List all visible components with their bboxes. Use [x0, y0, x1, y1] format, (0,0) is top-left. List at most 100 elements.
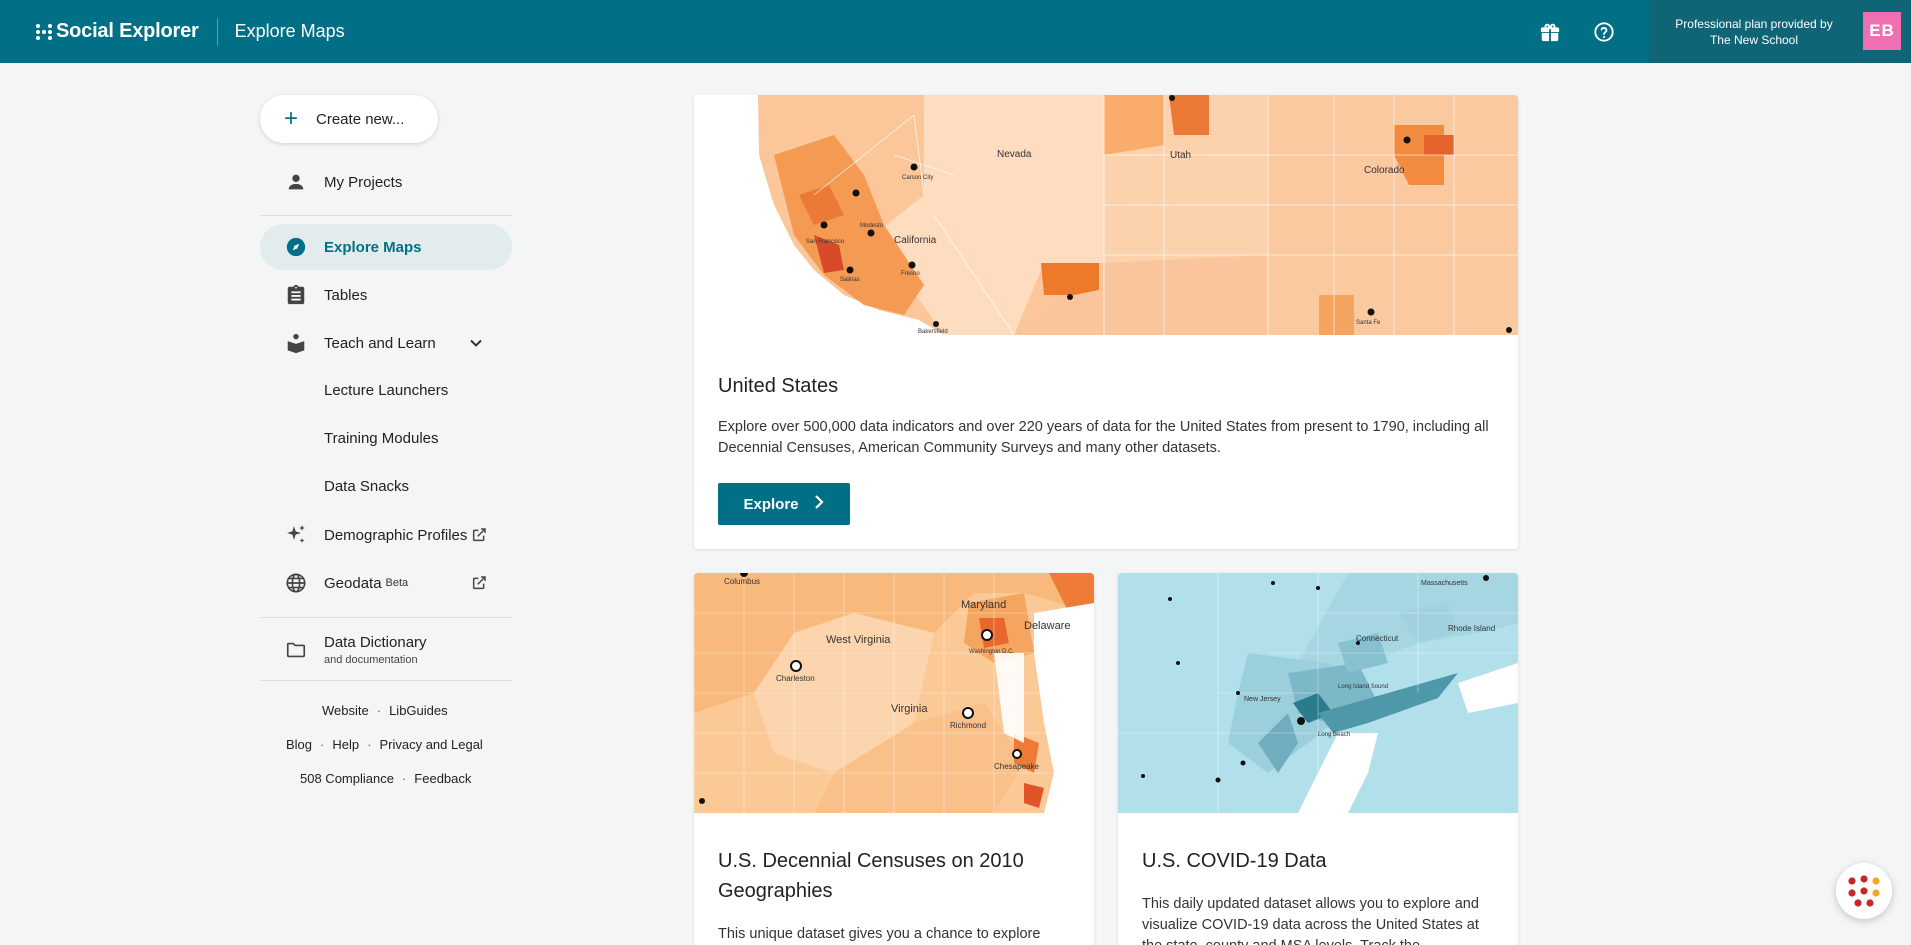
- plan-info-panel[interactable]: Professional plan provided by The New Sc…: [1649, 0, 1911, 63]
- data-dictionary-text: Data Dictionary and documentation: [324, 634, 427, 666]
- map-label: Chesapeake: [994, 762, 1039, 771]
- map-label: Santa Fe: [1356, 320, 1381, 326]
- map-label: Bakersfield: [918, 329, 948, 335]
- map-label: California: [894, 235, 937, 246]
- header-divider: [216, 17, 218, 46]
- sidebar-item-explore-maps[interactable]: Explore Maps: [260, 224, 512, 270]
- sidebar-divider: [260, 617, 512, 618]
- plus-icon: +: [284, 105, 299, 132]
- footer-links-row-3: 508 Compliance · Feedback: [300, 771, 472, 786]
- clipboard-icon: [284, 283, 308, 307]
- sidebar-item-data-dictionary[interactable]: Data Dictionary and documentation: [260, 625, 512, 675]
- create-new-button[interactable]: + Create new...: [260, 95, 438, 143]
- sidebar-item-sublabel: and documentation: [324, 654, 418, 666]
- explore-button-label: Explore: [743, 495, 799, 513]
- top-navigation-bar: Social Explorer Explore Maps Professiona…: [0, 0, 1911, 63]
- sidebar-item-lecture-launchers[interactable]: Lecture Launchers: [324, 382, 448, 399]
- united-states-card[interactable]: Nevada Utah Colorado California San Fran…: [694, 95, 1518, 549]
- logo-dots-icon: [36, 23, 52, 40]
- map-label: Maryland: [961, 599, 1006, 611]
- sidebar-item-label: Explore Maps: [324, 238, 422, 256]
- footer-links-row-2: Blog · Help · Privacy and Legal: [286, 737, 483, 752]
- sidebar-item-label: Demographic Profiles: [324, 526, 468, 544]
- compass-icon: [284, 235, 308, 259]
- map-label: Richmond: [950, 721, 986, 730]
- sidebar-divider: [260, 215, 512, 216]
- sidebar-item-label: My Projects: [324, 173, 403, 191]
- social-explorer-logo[interactable]: Social Explorer: [36, 20, 199, 43]
- map-label: Connecticut: [1356, 634, 1399, 643]
- plan-line-2: The New School: [1709, 32, 1799, 47]
- beta-badge: Beta: [385, 577, 409, 589]
- map-label: Virginia: [891, 703, 928, 715]
- feedback-link[interactable]: Feedback: [414, 771, 471, 786]
- map-label: Fresno: [901, 271, 920, 277]
- card-title[interactable]: U.S. COVID-19 Data: [1142, 846, 1327, 876]
- sparkle-icon: [284, 523, 308, 547]
- card-description: This daily updated dataset allows you to…: [1142, 896, 1479, 945]
- map-label: Rhode Island: [1448, 624, 1495, 633]
- united-states-map-thumbnail[interactable]: Nevada Utah Colorado California San Fran…: [694, 95, 1518, 335]
- chevron-right-icon: [813, 494, 825, 514]
- folder-icon: [284, 638, 308, 662]
- map-label: Long Beach: [1318, 732, 1350, 738]
- website-link[interactable]: Website: [322, 703, 369, 718]
- card-description: This unique dataset gives you a chance t…: [718, 926, 1041, 942]
- sidebar-item-tables[interactable]: Tables: [260, 272, 512, 318]
- help-link[interactable]: Help: [332, 737, 359, 752]
- sidebar-item-label: Teach and Learn: [324, 334, 436, 352]
- external-link-icon[interactable]: [471, 575, 487, 591]
- libguides-link[interactable]: LibGuides: [389, 703, 448, 718]
- plan-info-text: Professional plan provided by The New Sc…: [1649, 16, 1859, 48]
- covid-map-thumbnail[interactable]: Massachusetts Connecticut Rhode Island N…: [1118, 573, 1518, 813]
- map-label: Salinas: [840, 277, 860, 283]
- map-label: Nevada: [997, 149, 1032, 160]
- map-label: Carson City: [902, 175, 933, 181]
- map-label: Long Island Sound: [1338, 684, 1388, 690]
- gift-icon[interactable]: [1536, 18, 1564, 46]
- map-label: Modesto: [860, 223, 884, 229]
- card-title[interactable]: United States: [718, 371, 838, 401]
- apps-dots-icon: [1848, 875, 1880, 907]
- map-label: West Virginia: [826, 634, 891, 646]
- chevron-down-icon[interactable]: [466, 333, 486, 353]
- map-label: Massachusetts: [1421, 580, 1468, 587]
- create-new-label: Create new...: [316, 110, 405, 128]
- user-avatar[interactable]: EB: [1863, 12, 1901, 50]
- decennial-census-card[interactable]: Columbus Maryland Delaware West Virginia…: [694, 573, 1094, 945]
- sidebar-item-label: Data Dictionary: [324, 634, 427, 651]
- person-icon: [284, 170, 308, 194]
- help-icon[interactable]: [1590, 18, 1618, 46]
- map-label: New Jersey: [1244, 696, 1281, 703]
- sidebar-item-data-snacks[interactable]: Data Snacks: [324, 478, 409, 495]
- app-title: Explore Maps: [234, 21, 345, 41]
- plan-line-1: Professional plan provided by: [1675, 16, 1833, 31]
- sidebar-item-label: Tables: [324, 286, 368, 304]
- footer-links-row-1: Website · LibGuides: [322, 703, 448, 718]
- map-label: San Francisco: [806, 239, 845, 245]
- privacy-link[interactable]: Privacy and Legal: [379, 737, 482, 752]
- sidebar-item-my-projects[interactable]: My Projects: [260, 159, 512, 205]
- compliance-link[interactable]: 508 Compliance: [300, 771, 394, 786]
- decennial-map-thumbnail[interactable]: Columbus Maryland Delaware West Virginia…: [694, 573, 1094, 813]
- map-label: Charleston: [776, 674, 815, 683]
- sidebar-divider: [260, 680, 512, 681]
- floating-apps-button[interactable]: [1836, 863, 1892, 919]
- globe-icon: [284, 571, 308, 595]
- map-label: Colorado: [1364, 165, 1405, 176]
- map-label: Washington D.C.: [969, 649, 1014, 655]
- map-label: Delaware: [1024, 620, 1070, 632]
- sidebar-item-training-modules[interactable]: Training Modules: [324, 430, 439, 447]
- external-link-icon[interactable]: [471, 527, 487, 543]
- card-description: Explore over 500,000 data indicators and…: [718, 419, 1489, 456]
- map-label: Utah: [1170, 150, 1191, 161]
- sidebar-item-label: Geodata: [324, 574, 382, 592]
- card-title[interactable]: U.S. Decennial Censuses on 2010 Geograph…: [718, 846, 1078, 906]
- map-label: Columbus: [724, 577, 760, 586]
- sidebar-item-teach-and-learn[interactable]: Teach and Learn: [260, 320, 512, 366]
- book-reader-icon: [284, 331, 308, 355]
- blog-link[interactable]: Blog: [286, 737, 312, 752]
- explore-button[interactable]: Explore: [718, 483, 850, 525]
- brand-name: Social Explorer: [56, 20, 199, 42]
- covid-data-card[interactable]: Massachusetts Connecticut Rhode Island N…: [1118, 573, 1518, 945]
